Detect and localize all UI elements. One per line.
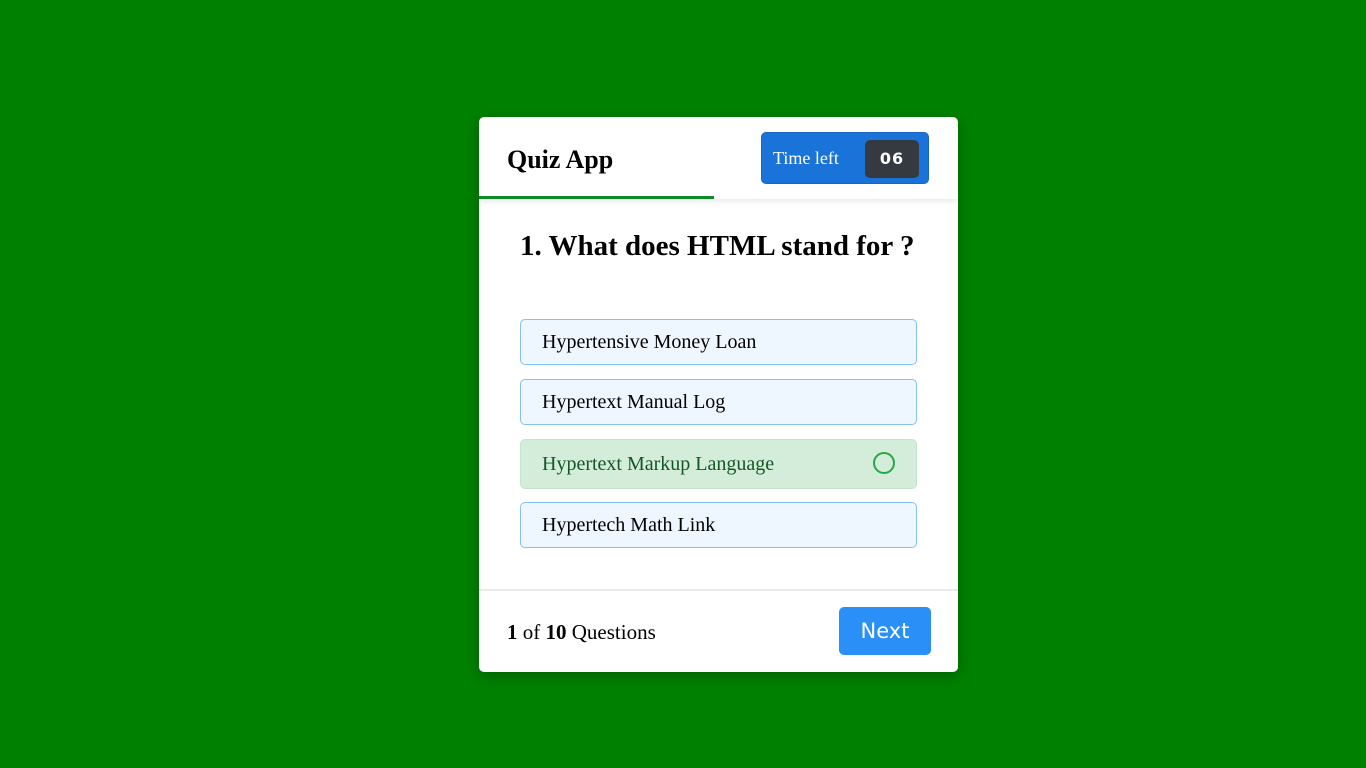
option-1[interactable]: Hypertensive Money Loan (520, 319, 917, 365)
quiz-card: Quiz App Time left 06 1. What does HTML … (479, 117, 958, 672)
question-counter: 1 of 10 Questions (507, 619, 656, 645)
next-button[interactable]: Next (839, 607, 931, 655)
time-left-value: 06 (865, 140, 919, 178)
circle-check-icon (873, 452, 895, 474)
option-label: Hypertext Manual Log (542, 391, 726, 413)
question-text: 1. What does HTML stand for ? (520, 230, 915, 262)
option-label: Hypertext Markup Language (542, 453, 775, 475)
counter-suffix: Questions (571, 620, 656, 644)
option-3-correct[interactable]: Hypertext Markup Language (520, 439, 917, 489)
current-question-number: 1 (507, 620, 518, 644)
time-left-label: Time left (773, 148, 839, 168)
option-list: Hypertensive Money Loan Hypertext Manual… (520, 319, 917, 562)
timer-progress-bar (479, 196, 714, 199)
option-4[interactable]: Hypertech Math Link (520, 502, 917, 548)
total-questions-number: 10 (545, 620, 567, 644)
app-title: Quiz App (507, 145, 614, 174)
quiz-header: Quiz App Time left 06 (479, 117, 958, 199)
option-label: Hypertensive Money Loan (542, 331, 757, 353)
timer-box: Time left 06 (761, 132, 929, 184)
counter-of: of (522, 620, 541, 644)
option-label: Hypertech Math Link (542, 514, 716, 536)
question-section: 1. What does HTML stand for ? (520, 228, 920, 264)
option-2[interactable]: Hypertext Manual Log (520, 379, 917, 425)
quiz-footer: 1 of 10 Questions Next (479, 589, 958, 672)
